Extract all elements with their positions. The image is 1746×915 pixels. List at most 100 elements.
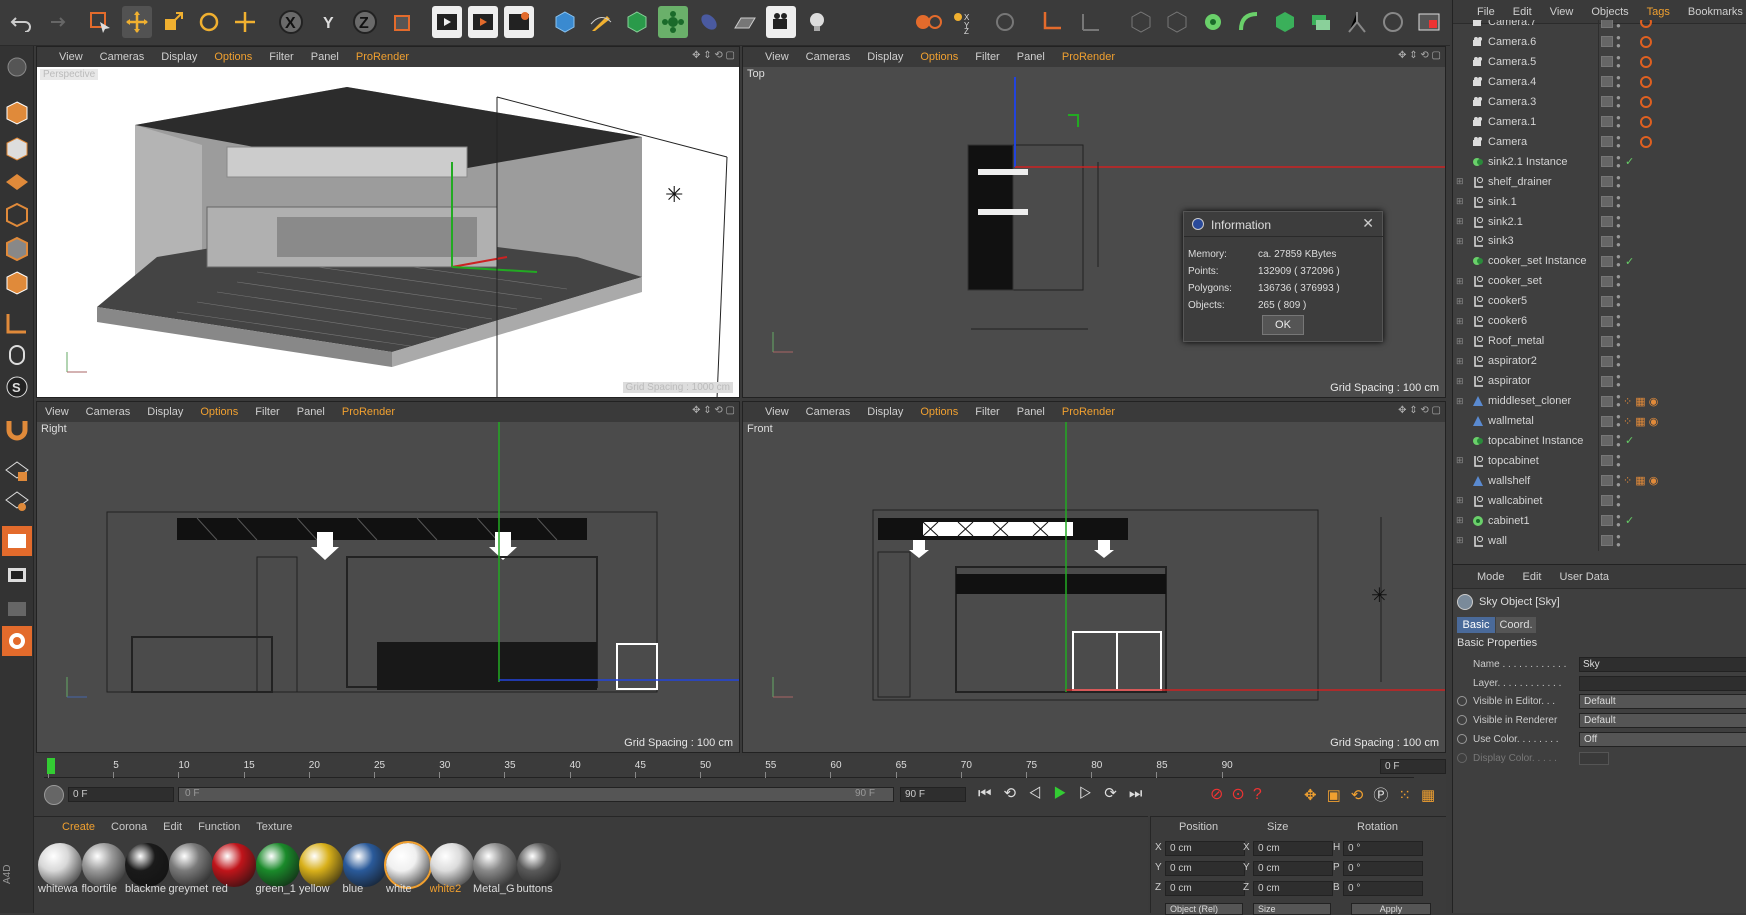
object-row[interactable]: Camera.4 ● ● (1453, 71, 1746, 92)
visible-editor-select[interactable]: Default (1579, 693, 1746, 709)
stop-render-icon[interactable] (2, 626, 32, 656)
layer-toggle-icon[interactable] (1601, 56, 1613, 68)
menu-corona[interactable]: Corona (111, 821, 147, 833)
protection-tag-icon[interactable] (1640, 35, 1652, 48)
menu-panel[interactable]: Panel (297, 406, 325, 418)
object-name[interactable]: Camera.4 (1488, 76, 1536, 88)
material-swatch[interactable] (38, 843, 82, 887)
pos-field[interactable]: 0 cm (1165, 861, 1245, 876)
object-name[interactable]: sink.1 (1488, 196, 1517, 208)
visibility-dots-icon[interactable]: ●● (1616, 293, 1621, 309)
menu-function[interactable]: Function (198, 821, 240, 833)
scale-icon[interactable] (158, 6, 188, 38)
camera-icon[interactable] (766, 6, 796, 38)
close-icon[interactable]: ✕ (1362, 215, 1374, 232)
expand-icon[interactable]: ⊞ (1456, 515, 1464, 526)
menu-view[interactable]: View (1550, 6, 1574, 18)
layer-toggle-icon[interactable] (1601, 116, 1613, 128)
object-name[interactable]: cabinet1 (1488, 515, 1530, 527)
subdivision-icon[interactable] (622, 6, 652, 38)
material-swatch[interactable] (299, 843, 343, 887)
prev-key-icon[interactable]: ⟲ (1004, 785, 1029, 802)
layer-toggle-icon[interactable] (1601, 515, 1613, 527)
object-row[interactable]: ⊞ sink2.1 ● ● (1453, 211, 1746, 232)
object-name[interactable]: Camera (1488, 136, 1527, 148)
redo-icon[interactable] (40, 6, 70, 38)
material-swatch[interactable] (125, 843, 169, 887)
enable-axis-icon[interactable] (2, 308, 32, 338)
object-name[interactable]: wallshelf (1488, 475, 1530, 487)
frame-range-slider[interactable]: 0 F 90 F (178, 787, 894, 802)
object-name[interactable]: topcabinet (1488, 455, 1539, 467)
menu-view[interactable]: View (59, 51, 83, 63)
material-tags-icon[interactable]: ⁘ ▦ ◉ (1623, 474, 1658, 487)
visibility-dots-icon[interactable]: ●● (1616, 253, 1621, 269)
object-name[interactable]: wall (1488, 535, 1507, 547)
layer-toggle-icon[interactable] (1601, 295, 1613, 307)
expand-icon[interactable]: ⊞ (1456, 396, 1464, 407)
protection-tag-icon[interactable] (1640, 20, 1652, 28)
layer-toggle-icon[interactable] (1601, 156, 1613, 168)
object-name[interactable]: wallcabinet (1488, 495, 1542, 507)
menu-prorender[interactable]: ProRender (356, 51, 409, 63)
record-icon[interactable]: ⊘ (1210, 786, 1231, 803)
protection-tag-icon[interactable] (1640, 115, 1652, 128)
tab-coord[interactable]: Coord. (1496, 617, 1536, 633)
menu-options[interactable]: Options (920, 51, 958, 63)
menu-display[interactable]: Display (161, 51, 197, 63)
object-name[interactable]: cooker6 (1488, 315, 1527, 327)
expand-icon[interactable]: ⊞ (1456, 535, 1464, 546)
menu-prorender[interactable]: ProRender (1062, 406, 1115, 418)
enabled-check-icon[interactable]: ✓ (1625, 155, 1634, 168)
display-color-swatch[interactable] (1579, 751, 1609, 765)
visibility-dots-icon[interactable]: ●● (1616, 413, 1621, 429)
menu-objects[interactable]: Objects (1591, 6, 1628, 18)
visibility-dots-icon[interactable]: ●● (1616, 193, 1621, 210)
object-row[interactable]: sink2.1 Instance ● ● ✓ (1453, 151, 1746, 172)
menu-user-data[interactable]: User Data (1560, 571, 1610, 583)
layer-green-icon[interactable] (1306, 6, 1336, 38)
extrude-green-icon[interactable] (1270, 6, 1300, 38)
menu-prorender[interactable]: ProRender (1062, 51, 1115, 63)
visibility-dots-icon[interactable]: ●● (1616, 472, 1621, 489)
play-icon[interactable]: ▶ (1053, 785, 1078, 802)
rotate-icon[interactable] (194, 6, 224, 38)
visibility-dots-icon[interactable]: ●● (1616, 73, 1621, 90)
transform-icon[interactable] (230, 6, 260, 38)
material-name[interactable]: green_1 (256, 883, 300, 895)
object-name[interactable]: middleset_cloner (1488, 395, 1571, 407)
pen-spline-icon[interactable] (586, 6, 616, 38)
size-field[interactable]: 0 cm (1253, 881, 1333, 896)
object-row[interactable]: wallmetal ● ● ⁘ ▦ ◉ (1453, 411, 1746, 431)
key-param-icon[interactable]: Ⓟ (1373, 787, 1398, 804)
material-swatch[interactable] (212, 843, 256, 887)
rot-field[interactable]: 0 ° (1343, 881, 1423, 896)
menu-filter[interactable]: Filter (975, 406, 999, 418)
menu-view[interactable]: View (765, 406, 789, 418)
layer-toggle-icon[interactable] (1601, 415, 1613, 427)
edges-mode-icon[interactable] (2, 234, 32, 264)
layer-toggle-icon[interactable] (1601, 395, 1613, 407)
visibility-dots-icon[interactable]: ●● (1616, 393, 1621, 409)
joint-icon[interactable] (1342, 6, 1372, 38)
material-swatch[interactable] (429, 843, 474, 887)
expand-icon[interactable]: ⊞ (1456, 455, 1464, 466)
visibility-dots-icon[interactable]: ●● (1616, 373, 1621, 389)
menu-display[interactable]: Display (867, 51, 903, 63)
move-icon[interactable] (122, 6, 152, 38)
object-row[interactable]: Camera.6 ● ● (1453, 31, 1746, 52)
expand-icon[interactable]: ⊞ (1456, 236, 1464, 247)
key-scale-icon[interactable]: ▣ (1327, 787, 1351, 804)
size-field[interactable]: 0 cm (1253, 841, 1333, 856)
perspective-viewport[interactable]: View Cameras Display Options Filter Pane… (36, 46, 740, 398)
cube-icon[interactable] (550, 6, 580, 38)
visible-renderer-select[interactable]: Default (1579, 712, 1746, 728)
snapping-icon[interactable]: S (2, 372, 32, 402)
viewport-nav-icons[interactable]: ✥ ⇕ ⟲ ▢ (1398, 405, 1441, 416)
next-key-icon[interactable]: ⟳ (1104, 785, 1129, 802)
spline-green-icon[interactable] (1234, 6, 1264, 38)
layer-toggle-icon[interactable] (1601, 76, 1613, 88)
object-name[interactable]: cooker_set Instance (1488, 255, 1586, 267)
make-editable-icon[interactable] (2, 52, 32, 82)
expand-icon[interactable]: ⊞ (1456, 356, 1464, 367)
